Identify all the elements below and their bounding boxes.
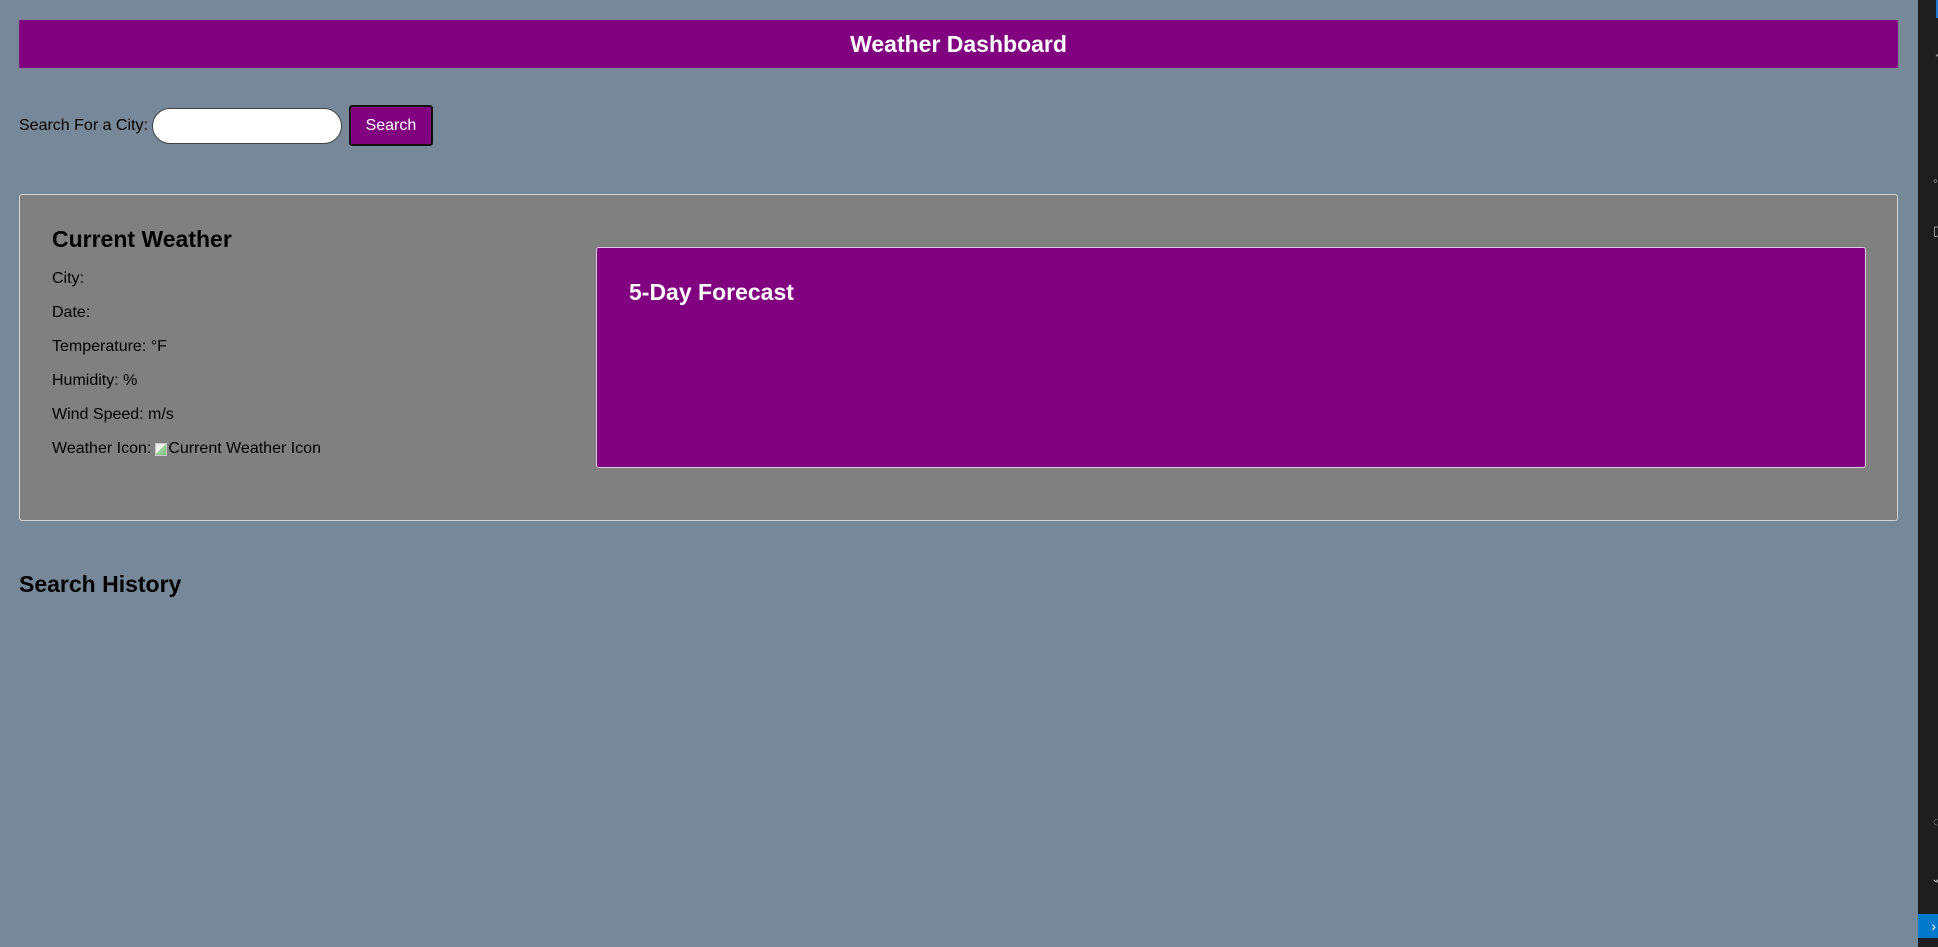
dashboard-header: Weather Dashboard bbox=[19, 20, 1898, 68]
search-button[interactable]: Search bbox=[348, 105, 433, 146]
city-search-form: Search For a City: Search bbox=[19, 105, 433, 146]
weather-icon-label: Weather Icon: bbox=[52, 440, 152, 457]
editor-settings-icon[interactable]: ◦ bbox=[1933, 174, 1938, 187]
weather-panel: Current Weather City: Date: Temperature:… bbox=[19, 194, 1898, 521]
current-weather-image-alt: Current Weather Icon bbox=[168, 440, 321, 457]
search-label: Search For a City: bbox=[19, 116, 148, 134]
city-search-input[interactable] bbox=[151, 107, 342, 144]
temperature-label: Temperature: °F bbox=[52, 338, 167, 355]
weather-icon-row: Weather Icon: Current Weather Icon bbox=[52, 440, 321, 458]
editor-side-panel: ⌃ ◦ ▯ ◌ ⌁ › bbox=[1918, 0, 1938, 947]
current-weather-title: Current Weather bbox=[52, 226, 232, 252]
five-day-forecast-panel: 5-Day Forecast bbox=[596, 247, 1866, 468]
editor-file-icon[interactable]: ▯ bbox=[1933, 224, 1938, 237]
editor-extension-icon[interactable]: ⌁ bbox=[1933, 874, 1938, 887]
broken-image-icon bbox=[155, 442, 168, 456]
date-label: Date: bbox=[52, 304, 91, 321]
wind-speed-label: Wind Speed: m/s bbox=[52, 406, 174, 423]
editor-status-icon[interactable]: ◌ bbox=[1933, 815, 1938, 828]
forecast-title: 5-Day Forecast bbox=[629, 279, 794, 305]
humidity-label: Humidity: % bbox=[52, 372, 138, 389]
editor-chevron-icon[interactable]: ⌃ bbox=[1933, 52, 1938, 65]
city-label: City: bbox=[52, 270, 84, 287]
editor-remote-status-icon[interactable]: › bbox=[1918, 914, 1938, 938]
page-title: Weather Dashboard bbox=[850, 30, 1067, 57]
current-weather-image: Current Weather Icon bbox=[155, 440, 321, 458]
search-history-title: Search History bbox=[19, 571, 182, 597]
weather-dashboard-page: Weather Dashboard Search For a City: Sea… bbox=[0, 0, 1918, 947]
